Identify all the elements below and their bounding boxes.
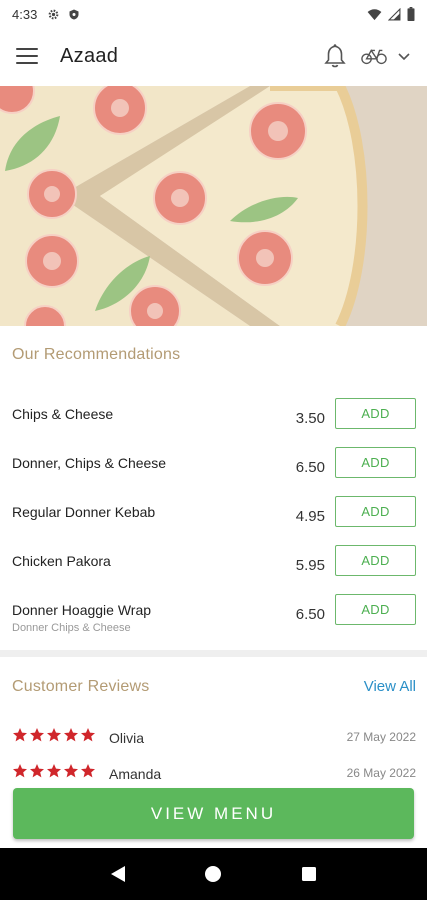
- item-price: 6.50: [295, 459, 325, 476]
- status-time: 4:33: [12, 6, 38, 22]
- review-row: Olivia 27 May 2022: [0, 727, 427, 751]
- review-date: 26 May 2022: [346, 766, 416, 780]
- star-rating: [12, 763, 96, 779]
- add-button[interactable]: ADD: [335, 398, 416, 429]
- status-bar: 4:33: [0, 0, 427, 28]
- star-icon: [30, 764, 44, 778]
- item-subtitle: Donner Chips & Cheese: [12, 622, 131, 634]
- star-icon: [64, 764, 78, 778]
- add-button[interactable]: ADD: [335, 545, 416, 576]
- signal-icon: [388, 7, 401, 20]
- review-row: Amanda 26 May 2022: [0, 763, 427, 787]
- gear-icon: [48, 9, 59, 19]
- star-icon: [47, 764, 61, 778]
- star-icon: [13, 764, 27, 778]
- star-icon: [47, 728, 61, 742]
- back-icon[interactable]: [98, 854, 138, 894]
- view-all-link[interactable]: View All: [364, 678, 416, 695]
- item-name: Chips & Cheese: [12, 406, 114, 422]
- reviewer-name: Amanda: [109, 766, 162, 782]
- bicycle-icon: [361, 49, 387, 65]
- item-price: 5.95: [295, 557, 325, 574]
- recommendation-item: Donner Hoaggie Wrap Donner Chips & Chees…: [0, 594, 427, 651]
- view-menu-button[interactable]: VIEW MENU: [13, 788, 414, 839]
- star-icon: [81, 728, 95, 742]
- battery-icon: [407, 7, 415, 21]
- reviews-title: Customer Reviews: [12, 678, 150, 695]
- recommendations-title: Our Recommendations: [12, 346, 181, 363]
- shield-icon: [69, 9, 79, 19]
- recents-icon[interactable]: [289, 854, 329, 894]
- chevron-down-icon: [398, 53, 410, 61]
- wifi-icon: [367, 8, 382, 20]
- item-name: Donner, Chips & Cheese: [12, 455, 167, 471]
- delivery-mode-selector[interactable]: [361, 46, 411, 66]
- hamburger-icon[interactable]: [16, 42, 44, 70]
- section-divider: [0, 650, 427, 657]
- restaurant-title: Azaad: [60, 44, 119, 67]
- home-icon[interactable]: [193, 854, 233, 894]
- reviewer-name: Olivia: [109, 730, 145, 746]
- reviews-section: Customer Reviews View All Olivia 27 May …: [0, 657, 427, 787]
- add-button[interactable]: ADD: [335, 594, 416, 625]
- item-price: 6.50: [295, 606, 325, 623]
- star-icon: [64, 728, 78, 742]
- add-button[interactable]: ADD: [335, 496, 416, 527]
- item-name: Chicken Pakora: [12, 553, 111, 569]
- bell-icon[interactable]: [323, 43, 347, 69]
- star-icon: [81, 764, 95, 778]
- add-button[interactable]: ADD: [335, 447, 416, 478]
- system-nav-bar: [0, 848, 427, 900]
- item-name: Donner Hoaggie Wrap: [12, 602, 152, 618]
- app-bar: Azaad: [0, 28, 427, 84]
- item-name: Regular Donner Kebab: [12, 504, 156, 520]
- item-price: 3.50: [295, 410, 325, 427]
- star-rating: [12, 727, 96, 743]
- star-icon: [30, 728, 44, 742]
- item-price: 4.95: [295, 508, 325, 525]
- star-icon: [13, 728, 27, 742]
- hero-pizza-image: [0, 86, 427, 326]
- review-date: 27 May 2022: [346, 730, 416, 744]
